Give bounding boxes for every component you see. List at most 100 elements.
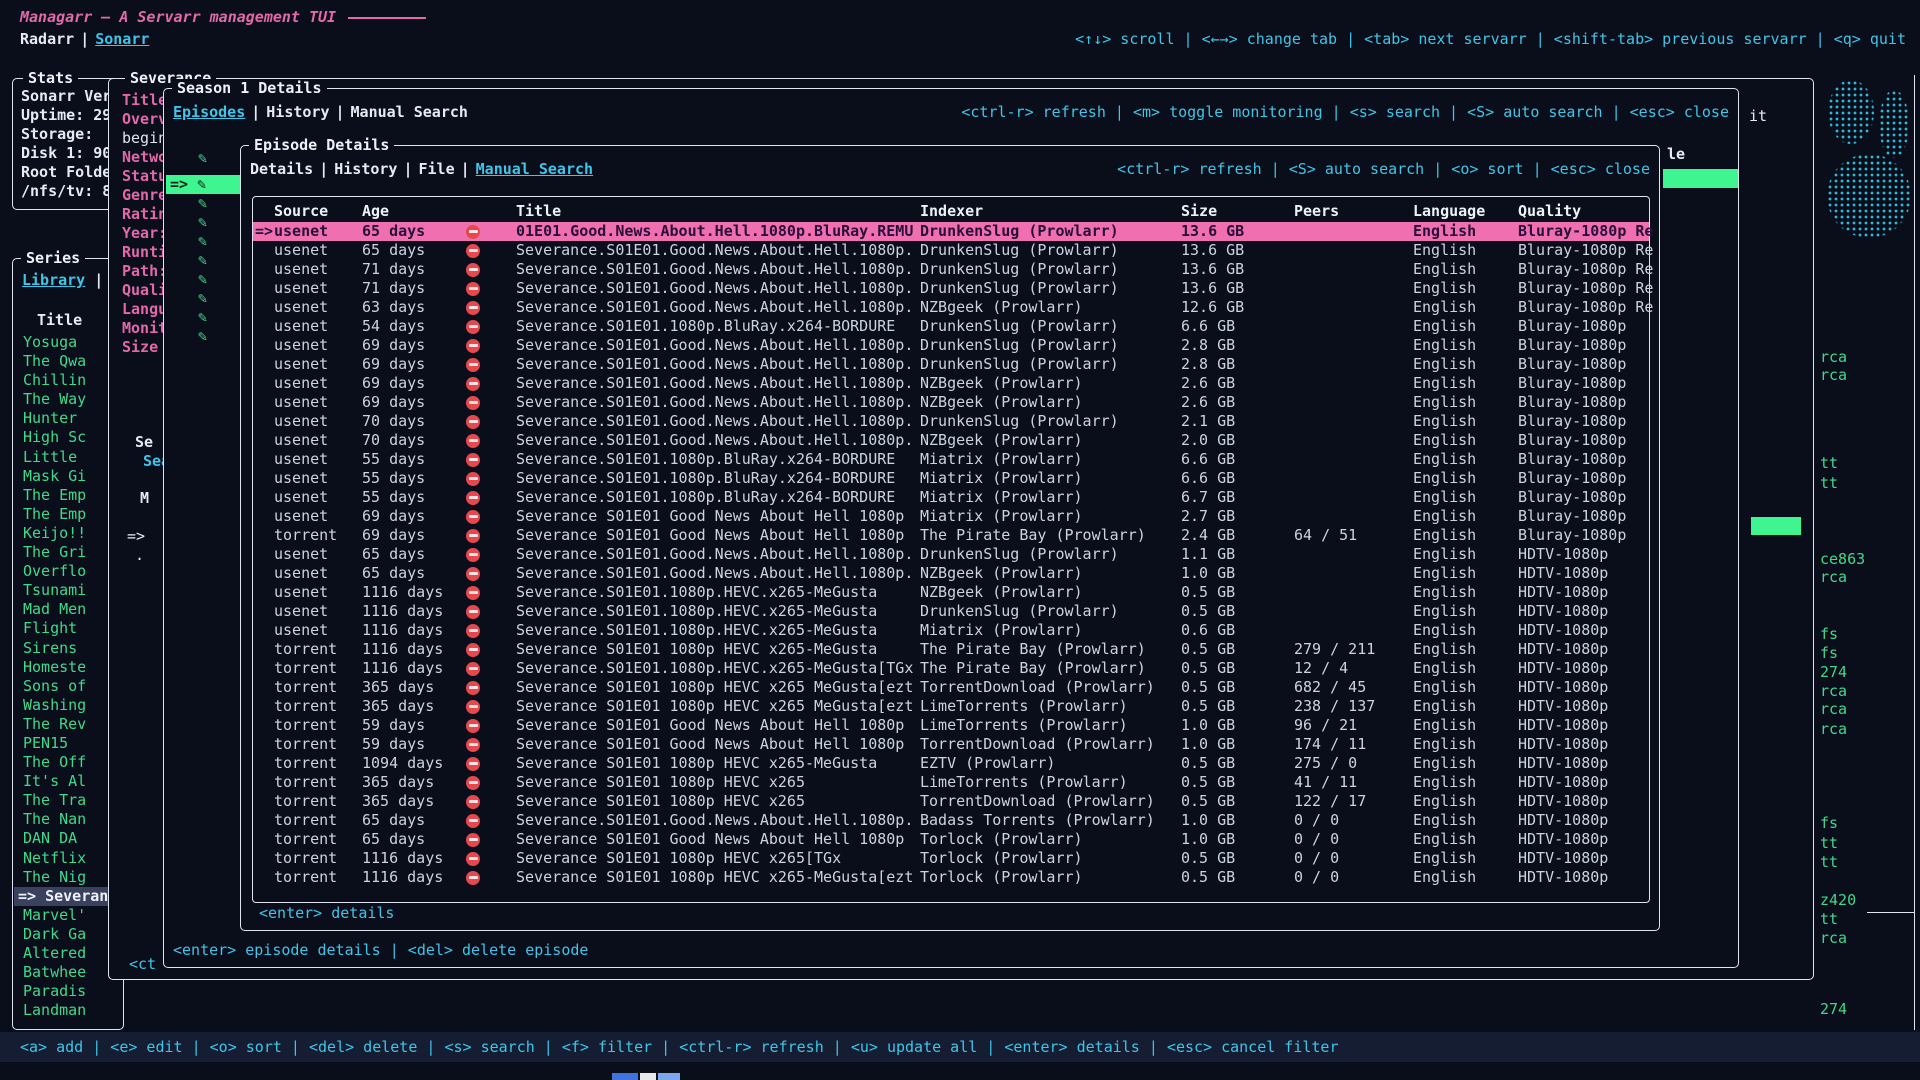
release-row[interactable]: torrent365 daysSeverance S01E01 1080p HE…: [253, 697, 1649, 716]
release-row[interactable]: usenet71 daysSeverance.S01E01.Good.News.…: [253, 260, 1649, 279]
series-list-item[interactable]: Paradis: [14, 982, 119, 1001]
tab-radarr[interactable]: Radarr: [20, 30, 74, 48]
series-list-item[interactable]: Homeste: [14, 658, 119, 677]
series-list-item[interactable]: Sons of: [14, 677, 119, 696]
release-row[interactable]: usenet70 daysSeverance.S01E01.Good.News.…: [253, 431, 1649, 450]
series-list-item[interactable]: The Nig: [14, 868, 119, 887]
release-row[interactable]: torrent365 daysSeverance S01E01 1080p HE…: [253, 678, 1649, 697]
release-row[interactable]: usenet1116 daysSeverance.S01E01.1080p.HE…: [253, 583, 1649, 602]
release-row[interactable]: usenet69 daysSeverance S01E01 Good News …: [253, 507, 1649, 526]
episode-tab-manual-search[interactable]: Manual Search: [476, 160, 593, 178]
tab-library[interactable]: Library: [22, 271, 85, 289]
series-list-item[interactable]: Sirens: [14, 639, 119, 658]
release-row[interactable]: torrent65 daysSeverance S01E01 Good News…: [253, 830, 1649, 849]
release-row[interactable]: usenet71 daysSeverance.S01E01.Good.News.…: [253, 279, 1649, 298]
column-header-source[interactable]: Source: [274, 202, 328, 220]
episode-tab-file[interactable]: File: [419, 160, 455, 178]
series-list-item[interactable]: Chillin: [14, 371, 119, 390]
release-row[interactable]: torrent1116 daysSeverance S01E01 1080p H…: [253, 640, 1649, 659]
release-row[interactable]: usenet65 daysSeverance.S01E01.Good.News.…: [253, 545, 1649, 564]
series-list-item[interactable]: Washing: [14, 696, 119, 715]
season-tab-manual-search[interactable]: Manual Search: [351, 103, 468, 121]
release-cell: 1116 days: [362, 868, 443, 887]
release-row[interactable]: usenet70 daysSeverance.S01E01.Good.News.…: [253, 412, 1649, 431]
season-tab-history[interactable]: History: [266, 103, 329, 121]
series-list-item[interactable]: The Off: [14, 753, 119, 772]
series-list-item[interactable]: Yosuga: [14, 333, 119, 352]
series-list-item[interactable]: PEN15: [14, 734, 119, 753]
series-list-item[interactable]: Hunter: [14, 409, 119, 428]
release-row[interactable]: torrent65 daysSeverance.S01E01.Good.News…: [253, 811, 1649, 830]
series-list-item[interactable]: Landman: [14, 1001, 119, 1020]
series-list-item[interactable]: Overflo: [14, 562, 119, 581]
column-header-size[interactable]: Size: [1181, 202, 1217, 220]
column-header-indexer[interactable]: Indexer: [920, 202, 983, 220]
series-list-item[interactable]: It's Al: [14, 772, 119, 791]
episode-tab-history[interactable]: History: [334, 160, 397, 178]
series-list-item[interactable]: Batwhee: [14, 963, 119, 982]
release-row[interactable]: usenet63 daysSeverance.S01E01.Good.News.…: [253, 298, 1649, 317]
release-row[interactable]: usenet55 daysSeverance.S01E01.1080p.BluR…: [253, 450, 1649, 469]
series-list-item[interactable]: The Qwa: [14, 352, 119, 371]
column-header-title[interactable]: Title: [516, 202, 561, 220]
series-list-item[interactable]: Netflix: [14, 849, 119, 868]
column-header-quality[interactable]: Quality: [1518, 202, 1581, 220]
release-row[interactable]: torrent59 daysSeverance S01E01 Good News…: [253, 716, 1649, 735]
series-list-item[interactable]: Little: [14, 448, 119, 467]
release-row[interactable]: usenet54 daysSeverance.S01E01.1080p.BluR…: [253, 317, 1649, 336]
series-list-item[interactable]: The Nan: [14, 810, 119, 829]
series-list-item[interactable]: Dark Ga: [14, 925, 119, 944]
release-row[interactable]: =>usenet65 days01E01.Good.News.About.Hel…: [253, 222, 1649, 241]
series-list-item[interactable]: DAN DA: [14, 829, 119, 848]
series-list-item[interactable]: Marvel': [14, 906, 119, 925]
release-cell: HDTV-1080p: [1518, 640, 1608, 659]
release-row[interactable]: torrent1116 daysSeverance S01E01 1080p H…: [253, 849, 1649, 868]
release-row[interactable]: torrent59 daysSeverance S01E01 Good News…: [253, 735, 1649, 754]
release-cell: torrent: [274, 811, 337, 830]
release-row[interactable]: torrent365 daysSeverance S01E01 1080p HE…: [253, 792, 1649, 811]
episode-tab-details[interactable]: Details: [250, 160, 313, 178]
column-header-age[interactable]: Age: [362, 202, 389, 220]
series-list-item[interactable]: The Emp: [14, 505, 119, 524]
series-list-item[interactable]: => Severan: [14, 887, 119, 906]
release-row[interactable]: torrent1116 daysSeverance.S01E01.1080p.H…: [253, 659, 1649, 678]
release-row[interactable]: usenet69 daysSeverance.S01E01.Good.News.…: [253, 374, 1649, 393]
release-row[interactable]: torrent69 daysSeverance S01E01 Good News…: [253, 526, 1649, 545]
tab-sonarr[interactable]: Sonarr: [95, 30, 149, 48]
episodes-selected-row-fragment[interactable]: => ✎: [166, 175, 240, 194]
series-list-item[interactable]: The Rev: [14, 715, 119, 734]
series-list-item[interactable]: Tsunami: [14, 581, 119, 600]
series-list-item[interactable]: Flight: [14, 619, 119, 638]
release-row[interactable]: usenet1116 daysSeverance.S01E01.1080p.HE…: [253, 602, 1649, 621]
release-row[interactable]: usenet69 daysSeverance.S01E01.Good.News.…: [253, 355, 1649, 374]
release-row[interactable]: usenet69 daysSeverance.S01E01.Good.News.…: [253, 336, 1649, 355]
release-row[interactable]: usenet55 daysSeverance.S01E01.1080p.BluR…: [253, 488, 1649, 507]
series-list-item[interactable]: The Emp: [14, 486, 119, 505]
column-header-language[interactable]: Language: [1413, 202, 1485, 220]
release-row[interactable]: usenet65 daysSeverance.S01E01.Good.News.…: [253, 564, 1649, 583]
series-list-item[interactable]: The Tra: [14, 791, 119, 810]
release-row[interactable]: usenet1116 daysSeverance.S01E01.1080p.HE…: [253, 621, 1649, 640]
release-row[interactable]: torrent1094 daysSeverance S01E01 1080p H…: [253, 754, 1649, 773]
release-cell: Miatrix (Prowlarr): [920, 621, 1083, 640]
release-cell: English: [1413, 450, 1476, 469]
release-row[interactable]: usenet55 daysSeverance.S01E01.1080p.BluR…: [253, 469, 1649, 488]
series-list-item[interactable]: Keijo!!: [14, 524, 119, 543]
release-row[interactable]: usenet65 daysSeverance.S01E01.Good.News.…: [253, 241, 1649, 260]
season-tab-episodes[interactable]: Episodes: [173, 103, 245, 121]
release-cell: torrent: [274, 678, 337, 697]
series-list-item[interactable]: The Gri: [14, 543, 119, 562]
release-cell: English: [1413, 393, 1476, 412]
series-list-item[interactable]: Altered: [14, 944, 119, 963]
release-row[interactable]: usenet69 daysSeverance.S01E01.Good.News.…: [253, 393, 1649, 412]
series-list-item[interactable]: Mad Men: [14, 600, 119, 619]
release-cell: Severance.S01E01.Good.News.About.Hell.10…: [516, 393, 913, 412]
release-row[interactable]: torrent365 daysSeverance S01E01 1080p HE…: [253, 773, 1649, 792]
column-header-peers[interactable]: Peers: [1294, 202, 1339, 220]
release-row[interactable]: torrent1116 daysSeverance S01E01 1080p H…: [253, 868, 1649, 887]
series-list-item[interactable]: Mask Gi: [14, 467, 119, 486]
series-list-item[interactable]: The Way: [14, 390, 119, 409]
series-list-item[interactable]: High Sc: [14, 428, 119, 447]
release-cell: usenet: [274, 355, 328, 374]
scrollbar-thumb[interactable]: [1751, 517, 1801, 535]
